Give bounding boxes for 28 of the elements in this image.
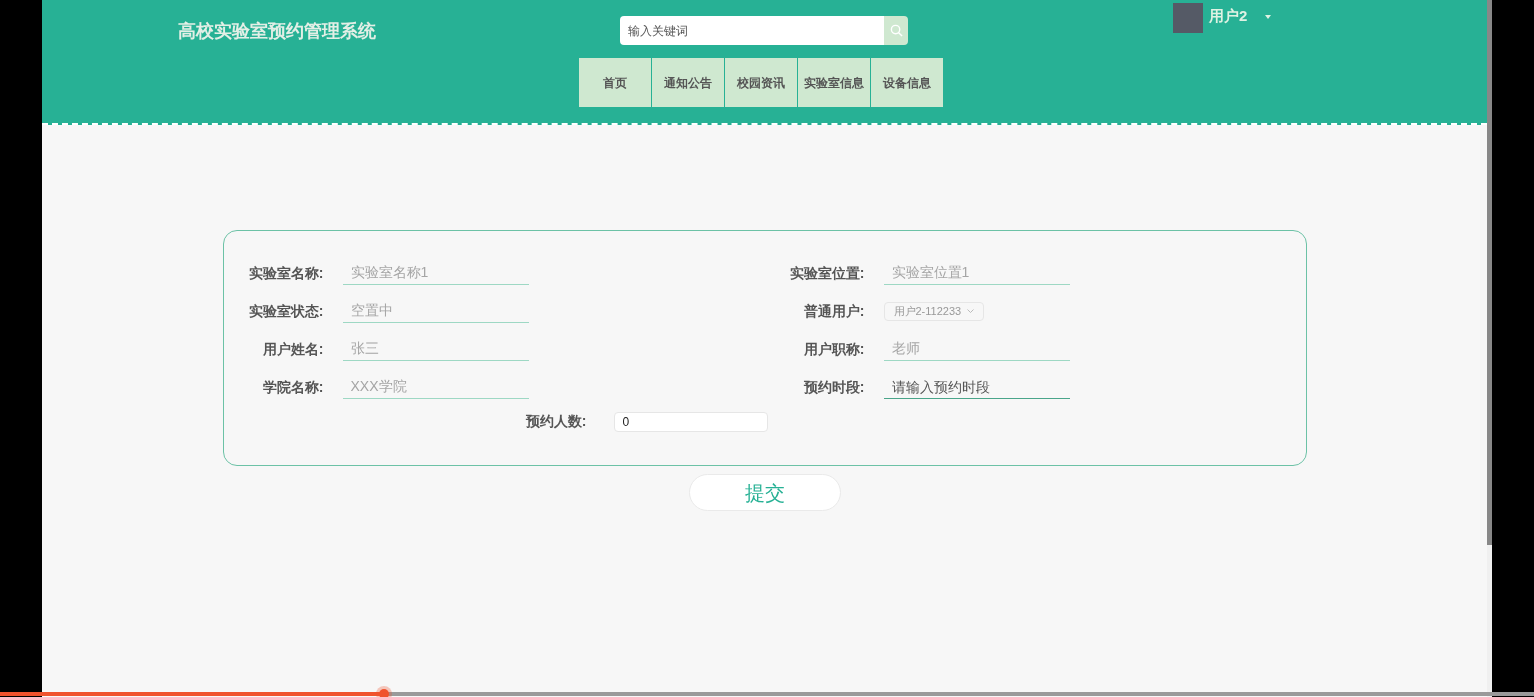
nav-tab[interactable]: 实验室信息 xyxy=(798,58,870,107)
field-label: 实验室状态: xyxy=(247,301,324,321)
submit-button[interactable]: 提交 xyxy=(688,474,841,511)
field-label: 实验室名称: xyxy=(247,263,324,283)
site-title: 高校实验室预约管理系统 xyxy=(178,20,376,43)
field-label: 学院名称: xyxy=(261,377,324,397)
caret-icon[interactable] xyxy=(1265,14,1272,19)
scrollbar-thumb[interactable] xyxy=(1487,0,1492,545)
field-label: 预约人数: xyxy=(524,412,587,431)
field-label: 预约时段: xyxy=(802,377,865,397)
chevron-icon xyxy=(967,309,975,313)
nav-tab[interactable]: 校园资讯 xyxy=(725,58,797,107)
search-field[interactable]: 输入关键词 xyxy=(620,16,884,45)
field-label: 实验室位置: xyxy=(788,263,865,283)
progress-handle[interactable] xyxy=(375,686,392,697)
field-label: 用户姓名: xyxy=(261,339,324,359)
avatar-photo-placeholder[interactable] xyxy=(1173,3,1203,33)
number-input[interactable]: 0 xyxy=(613,411,768,432)
search-button[interactable] xyxy=(884,16,908,45)
search-icon xyxy=(889,24,903,37)
video-progress-track[interactable] xyxy=(0,692,1534,696)
nav-tab[interactable]: 设备信息 xyxy=(871,58,943,107)
field-label: 用户职称: xyxy=(802,339,865,359)
field-label: 普通用户: xyxy=(802,301,865,321)
input-field[interactable]: 请输入预约时段 xyxy=(883,375,1070,399)
user-name[interactable]: 用户2 xyxy=(1209,5,1248,28)
nav-tab[interactable]: 通知公告 xyxy=(652,58,724,107)
nav-tab[interactable]: 首页 xyxy=(579,58,651,107)
